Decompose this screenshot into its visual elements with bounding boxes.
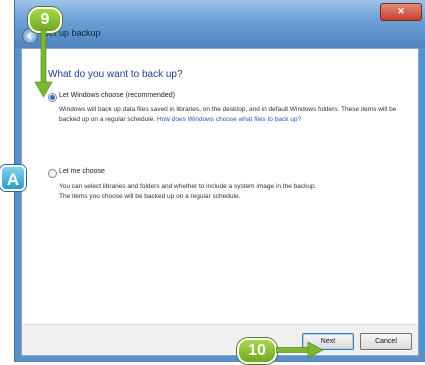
wizard-footer: Next Cancel xyxy=(22,325,418,355)
wizard-content: What do you want to back up? Let Windows… xyxy=(21,48,419,356)
option-description-let-windows-choose: Windows will back up data files saved in… xyxy=(59,105,409,125)
step-9-arrow-icon xyxy=(34,30,53,98)
option-label-let-windows-choose[interactable]: Let Windows choose (recommended) xyxy=(59,92,175,99)
option-label-let-me-choose[interactable]: Let me choose xyxy=(59,168,105,175)
step-10-arrow-icon xyxy=(276,341,324,359)
option-description-let-me-choose: You can select libraries and folders and… xyxy=(59,182,409,202)
backup-wizard-window: ✕ Set up backup What do you want to back… xyxy=(14,0,425,362)
title-bar: ✕ Set up backup xyxy=(15,0,425,48)
step-a-callout: A xyxy=(0,165,26,191)
how-does-windows-choose-link[interactable]: How does Windows choose what files to ba… xyxy=(157,116,301,123)
radio-let-me-choose[interactable] xyxy=(48,169,57,178)
option-description-line2: The items you choose will be backed up o… xyxy=(59,193,241,200)
close-button[interactable]: ✕ xyxy=(380,3,422,21)
cancel-button[interactable]: Cancel xyxy=(360,333,412,350)
option-description-line1: You can select libraries and folders and… xyxy=(59,183,317,190)
page-heading: What do you want to back up? xyxy=(48,69,183,80)
step-10-callout: 10 xyxy=(237,338,277,364)
close-icon: ✕ xyxy=(397,6,405,16)
